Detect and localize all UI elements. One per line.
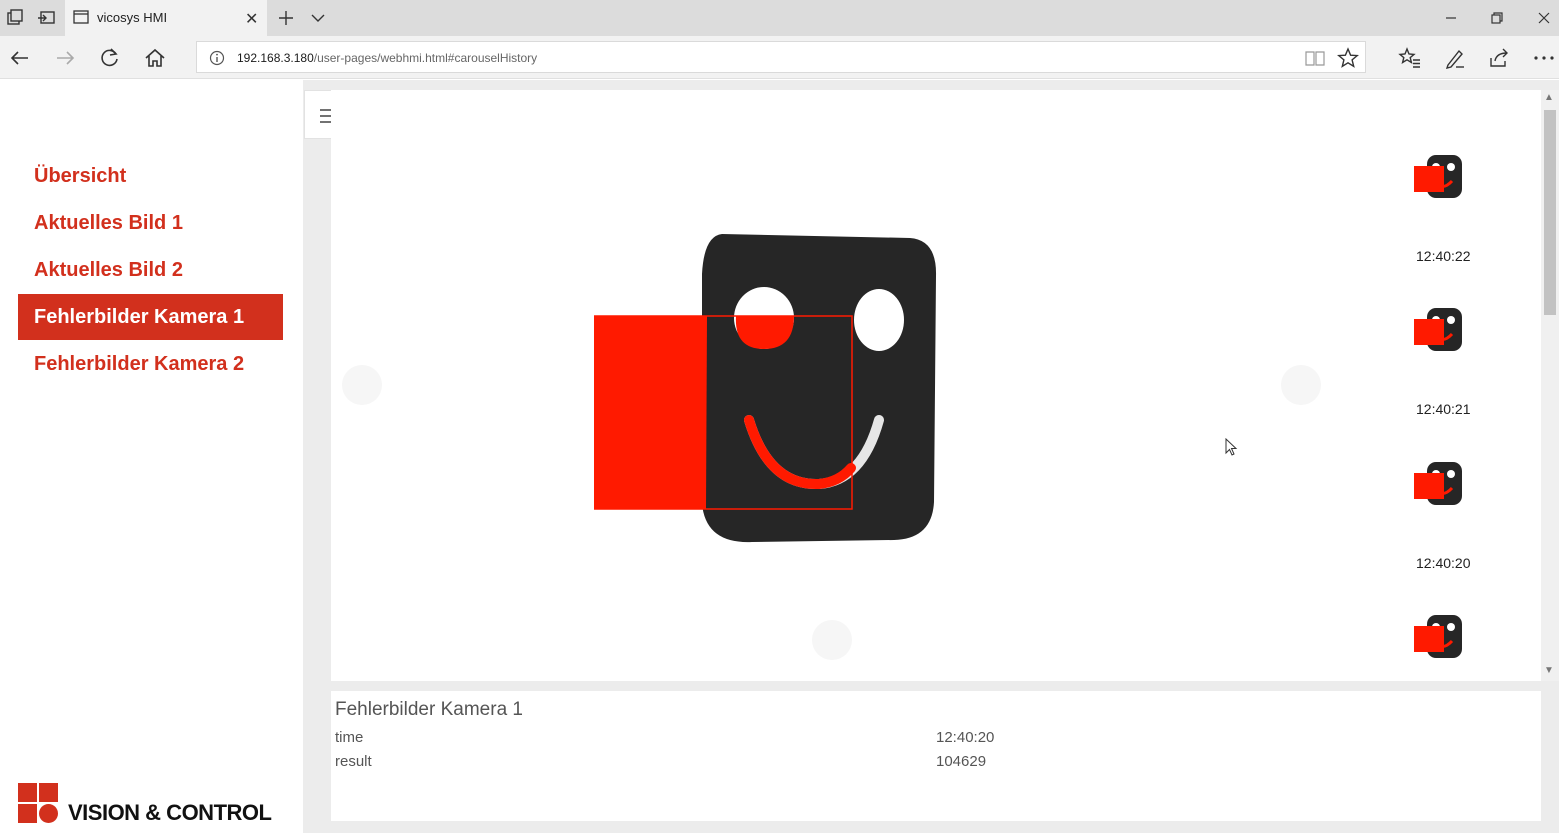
mouse-cursor-icon	[1225, 438, 1238, 456]
site-info-icon[interactable]	[209, 50, 225, 66]
carousel-prev-button[interactable]	[342, 365, 382, 405]
favorite-star-icon[interactable]	[1337, 47, 1359, 69]
scroll-thumb[interactable]	[1544, 110, 1556, 315]
browser-nav-bar: 192.168.3.180/user-pages/webhmi.html#car…	[0, 36, 1559, 79]
history-thumbnail[interactable]	[1414, 307, 1464, 353]
new-tab-icon[interactable]	[276, 8, 296, 28]
sidebar-item-aktuelles-bild-2[interactable]: Aktuelles Bild 2	[18, 247, 283, 293]
url-host: 192.168.3.180	[237, 51, 314, 65]
history-thumbnail[interactable]	[1414, 154, 1464, 200]
vision-control-logo: VISION & CONTROL	[18, 780, 288, 830]
thumbnail-time: 12:40:21	[1416, 401, 1471, 417]
info-title: Fehlerbilder Kamera 1	[335, 699, 523, 720]
close-window-icon[interactable]	[1534, 8, 1554, 28]
restore-icon[interactable]	[1487, 8, 1507, 28]
sidebar-item-uebersicht[interactable]: Übersicht	[18, 153, 283, 199]
carousel-next-button[interactable]	[1281, 365, 1321, 405]
tab-close-icon[interactable]: ✕	[245, 9, 258, 29]
page-icon	[73, 10, 89, 24]
url-text: 192.168.3.180/user-pages/webhmi.html#car…	[237, 51, 537, 65]
tab-list-chevron-icon[interactable]	[308, 8, 328, 28]
minimize-icon[interactable]	[1441, 8, 1461, 28]
sidebar-item-aktuelles-bild-1[interactable]: Aktuelles Bild 1	[18, 200, 283, 246]
back-arrow-icon[interactable]	[8, 46, 32, 70]
sidebar-item-fehlerbilder-kamera-1[interactable]: Fehlerbilder Kamera 1	[18, 294, 283, 340]
logo-text: VISION & CONTROL	[68, 800, 272, 825]
forward-arrow-icon[interactable]	[53, 46, 77, 70]
url-path: /user-pages/webhmi.html#carouselHistory	[313, 51, 538, 65]
favorites-hub-icon[interactable]	[1398, 46, 1422, 70]
info-value-result: 104629	[936, 753, 987, 770]
thumbnail-time: 12:40:20	[1416, 555, 1471, 571]
hmi-page: Übersicht Aktuelles Bild 1 Aktuelles Bil…	[0, 80, 1559, 833]
browser-tab-active[interactable]: vicosys HMI ✕	[65, 0, 267, 36]
main-defect-image[interactable]	[594, 234, 939, 544]
pen-notes-icon[interactable]	[1443, 46, 1467, 70]
info-label-result: result	[335, 753, 372, 770]
info-label-time: time	[335, 729, 364, 746]
set-tabs-aside-icon[interactable]	[37, 8, 57, 28]
page-scrollbar[interactable]: ▲ ▼	[1541, 90, 1559, 681]
sidebar: Übersicht Aktuelles Bild 1 Aktuelles Bil…	[0, 80, 303, 833]
scroll-up-icon[interactable]: ▲	[1544, 92, 1554, 103]
address-bar[interactable]: 192.168.3.180/user-pages/webhmi.html#car…	[196, 41, 1366, 73]
image-info-panel: Fehlerbilder Kamera 1 time 12:40:20 resu…	[331, 691, 1541, 821]
tab-title: vicosys HMI	[97, 10, 168, 25]
carousel-indicator[interactable]	[812, 620, 852, 660]
tab-preview-icon[interactable]	[5, 8, 25, 28]
reading-view-icon[interactable]	[1304, 48, 1326, 68]
browser-tab-bar: vicosys HMI ✕	[0, 0, 1559, 36]
thumbnail-time: 12:40:22	[1416, 248, 1471, 264]
logo-mark-icon	[18, 783, 58, 823]
home-icon[interactable]	[143, 46, 167, 70]
image-carousel: 12:40:22 12:40:21 12:40:20	[331, 90, 1541, 681]
history-thumbnail[interactable]	[1414, 461, 1464, 507]
sidebar-item-fehlerbilder-kamera-2[interactable]: Fehlerbilder Kamera 2	[18, 341, 283, 387]
refresh-icon[interactable]	[98, 46, 122, 70]
history-thumbnail[interactable]	[1414, 614, 1464, 660]
share-icon[interactable]	[1487, 46, 1511, 70]
info-value-time: 12:40:20	[936, 729, 995, 746]
scroll-down-icon[interactable]: ▼	[1544, 665, 1554, 676]
more-options-icon[interactable]	[1532, 46, 1556, 70]
